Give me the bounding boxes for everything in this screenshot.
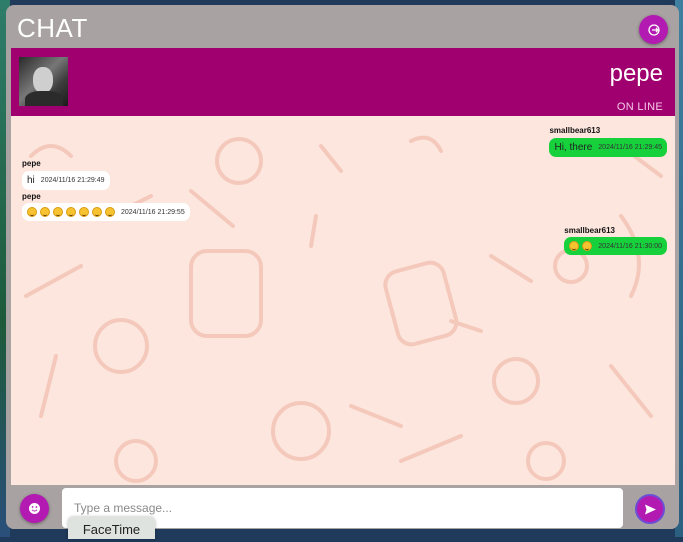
chat-wallpaper-doodles xyxy=(24,135,663,483)
message-outgoing: smallbear613 Hi, there 2024/11/16 21:29:… xyxy=(549,126,667,157)
smile-emoji-icon xyxy=(40,207,50,217)
message-text: hi xyxy=(27,175,35,186)
message-sender: smallbear613 xyxy=(564,226,615,235)
message-sender: pepe xyxy=(22,192,41,201)
smile-emoji-icon xyxy=(92,207,102,217)
smile-emoji-icon xyxy=(66,207,76,217)
message-incoming: pepe hi 2024/11/16 21:29:49 xyxy=(22,159,110,190)
message-bubble[interactable]: 2024/11/16 21:30:00 xyxy=(564,237,667,255)
message-timestamp: 2024/11/16 21:29:55 xyxy=(121,208,185,216)
message-timestamp: 2024/11/16 21:30:00 xyxy=(598,242,662,250)
emoji-icon xyxy=(29,503,40,514)
message-sender: smallbear613 xyxy=(549,126,601,135)
logout-icon xyxy=(647,23,660,36)
logout-button[interactable] xyxy=(639,15,668,44)
message-text: Hi, there xyxy=(554,142,593,153)
smile-emoji-icon xyxy=(79,207,89,217)
chat-header: pepe ON LINE xyxy=(11,48,675,116)
emoji-picker-button[interactable] xyxy=(20,494,49,523)
app-title: CHAT xyxy=(17,13,88,43)
smile-emoji-icon xyxy=(27,207,37,217)
message-list[interactable]: smallbear613 Hi, there 2024/11/16 21:29:… xyxy=(11,116,675,485)
message-outgoing: smallbear613 2024/11/16 21:30:00 xyxy=(564,226,667,256)
send-button[interactable] xyxy=(635,494,665,524)
message-sender: pepe xyxy=(22,159,41,168)
smile-emoji-icon xyxy=(582,241,593,251)
contact-status: ON LINE xyxy=(616,101,663,113)
chat-window: CHAT pepe ON LINE smallbear613 Hi, there… xyxy=(6,5,679,529)
message-incoming: pepe 2024/11/16 21:29:55 xyxy=(22,192,190,222)
avatar[interactable] xyxy=(19,57,68,106)
avatar-face xyxy=(33,67,53,93)
message-timestamp: 2024/11/16 21:29:45 xyxy=(598,144,662,151)
dock-tooltip: FaceTime xyxy=(68,517,155,539)
avatar-body xyxy=(25,91,63,106)
send-icon xyxy=(644,504,656,514)
smile-emoji-icon xyxy=(105,207,115,217)
message-bubble[interactable]: Hi, there 2024/11/16 21:29:45 xyxy=(549,138,667,157)
contact-name: pepe xyxy=(609,60,663,87)
message-bubble[interactable]: 2024/11/16 21:29:55 xyxy=(22,203,190,221)
message-timestamp: 2024/11/16 21:29:49 xyxy=(40,177,105,184)
smile-emoji-icon xyxy=(53,207,63,217)
smile-emoji-icon xyxy=(569,241,580,251)
message-bubble[interactable]: hi 2024/11/16 21:29:49 xyxy=(22,171,110,190)
